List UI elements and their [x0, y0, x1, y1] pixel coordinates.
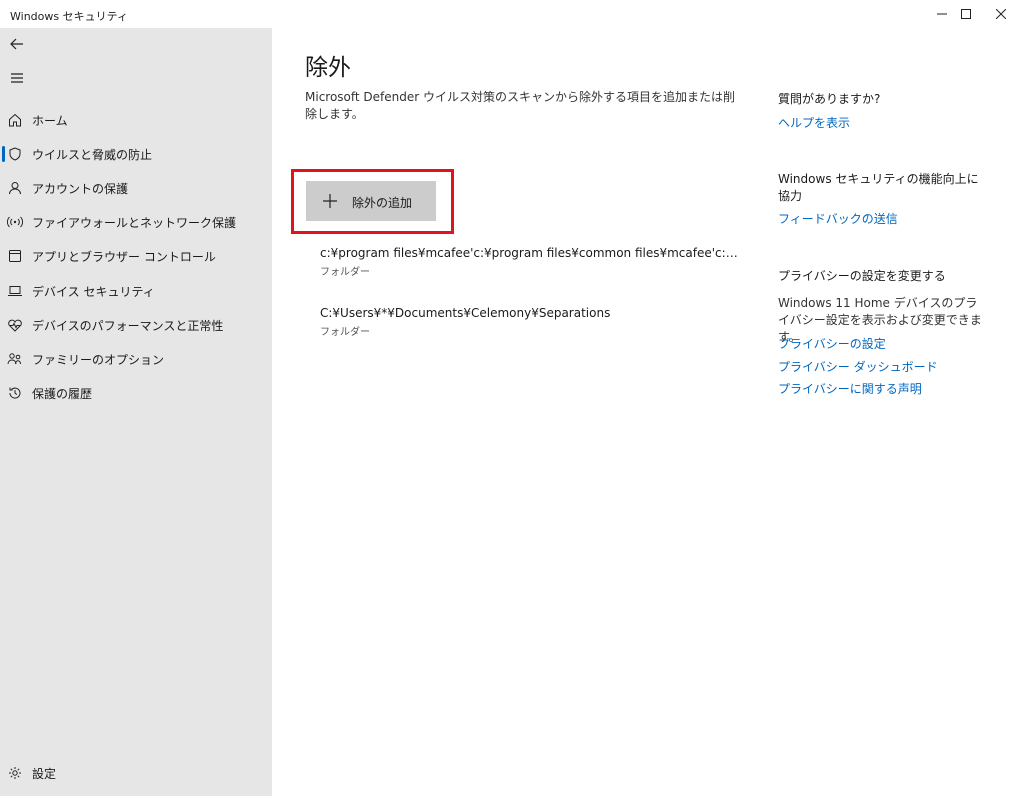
navigation-sidebar: ホーム ウイルスと脅威の防止 アカウントの保護 ファイアウォールとネットワーク保… [0, 28, 272, 796]
shield-icon [7, 146, 23, 162]
privacy-statement-link[interactable]: プライバシーに関する声明 [778, 380, 922, 397]
sidebar-item-label: デバイス セキュリティ [32, 284, 155, 299]
privacy-heading: プライバシーの設定を変更する [778, 269, 946, 283]
app-window-icon [7, 248, 23, 264]
add-exclusion-button[interactable]: 除外の追加 [306, 181, 436, 221]
improve-heading: Windows セキュリティの機能向上に協力 [778, 172, 979, 203]
sidebar-item-label: ファイアウォールとネットワーク保護 [32, 215, 237, 230]
sidebar-item-family-options[interactable]: ファミリーのオプション [0, 344, 272, 374]
back-arrow-icon [10, 38, 23, 50]
sidebar-item-home[interactable]: ホーム [0, 105, 272, 135]
sidebar-item-label: 設定 [32, 766, 57, 781]
home-icon [7, 112, 23, 128]
sidebar-item-label: 保護の履歴 [32, 386, 93, 401]
sidebar-item-virus-protection[interactable]: ウイルスと脅威の防止 [0, 139, 272, 169]
menu-button[interactable] [6, 67, 28, 89]
exclusion-type: フォルダー [320, 267, 370, 278]
exclusion-path: C:¥Users¥*¥Documents¥Celemony¥Separation… [320, 306, 611, 320]
heart-pulse-icon [7, 317, 23, 333]
privacy-dashboard-link[interactable]: プライバシー ダッシュボード [778, 358, 938, 375]
person-icon [7, 180, 23, 196]
close-icon [996, 9, 1006, 19]
wifi-signal-icon [7, 214, 23, 230]
sidebar-item-label: アプリとブラウザー コントロール [32, 249, 216, 264]
add-exclusion-label: 除外の追加 [352, 196, 413, 210]
hamburger-menu-icon [11, 73, 23, 83]
gear-icon [7, 765, 23, 781]
page-description: Microsoft Defender ウイルス対策のスキャンから除外する項目を追… [305, 90, 736, 121]
maximize-icon [961, 9, 971, 19]
exclusion-path: c:¥program files¥mcafee'c:¥program files… [320, 246, 740, 260]
main-content: 除外 Microsoft Defender ウイルス対策のスキャンから除外する項… [272, 28, 1024, 796]
family-icon [7, 351, 23, 367]
close-button[interactable] [978, 0, 1024, 28]
feedback-link[interactable]: フィードバックの送信 [778, 210, 898, 227]
sidebar-item-label: ホーム [32, 113, 68, 128]
exclusion-item[interactable]: C:¥Users¥*¥Documents¥Celemony¥Separation… [320, 306, 740, 338]
sidebar-item-label: アカウントの保護 [32, 181, 129, 196]
page-title: 除外 [305, 55, 351, 81]
sidebar-item-firewall[interactable]: ファイアウォールとネットワーク保護 [0, 207, 272, 237]
sidebar-item-device-security[interactable]: デバイス セキュリティ [0, 276, 272, 306]
window-title: Windows セキュリティ [10, 10, 128, 23]
sidebar-item-account-protection[interactable]: アカウントの保護 [0, 173, 272, 203]
help-link[interactable]: ヘルプを表示 [778, 114, 850, 131]
sidebar-item-app-browser-control[interactable]: アプリとブラウザー コントロール [0, 241, 272, 271]
plus-icon [323, 194, 337, 208]
title-bar: Windows セキュリティ [0, 0, 1024, 28]
sidebar-item-label: デバイスのパフォーマンスと正常性 [32, 318, 224, 333]
sidebar-item-label: ファミリーのオプション [32, 352, 165, 367]
active-indicator [2, 146, 5, 162]
sidebar-item-label: ウイルスと脅威の防止 [32, 147, 153, 162]
history-icon [7, 385, 23, 401]
sidebar-item-device-performance[interactable]: デバイスのパフォーマンスと正常性 [0, 310, 272, 340]
exclusion-item[interactable]: c:¥program files¥mcafee'c:¥program files… [320, 246, 740, 278]
back-button[interactable] [6, 33, 28, 55]
privacy-settings-link[interactable]: プライバシーの設定 [778, 335, 886, 352]
sidebar-item-protection-history[interactable]: 保護の履歴 [0, 378, 272, 408]
sidebar-item-settings[interactable]: 設定 [0, 758, 272, 788]
exclusion-type: フォルダー [320, 327, 370, 338]
laptop-icon [7, 283, 23, 299]
questions-heading: 質問がありますか? [778, 92, 881, 106]
